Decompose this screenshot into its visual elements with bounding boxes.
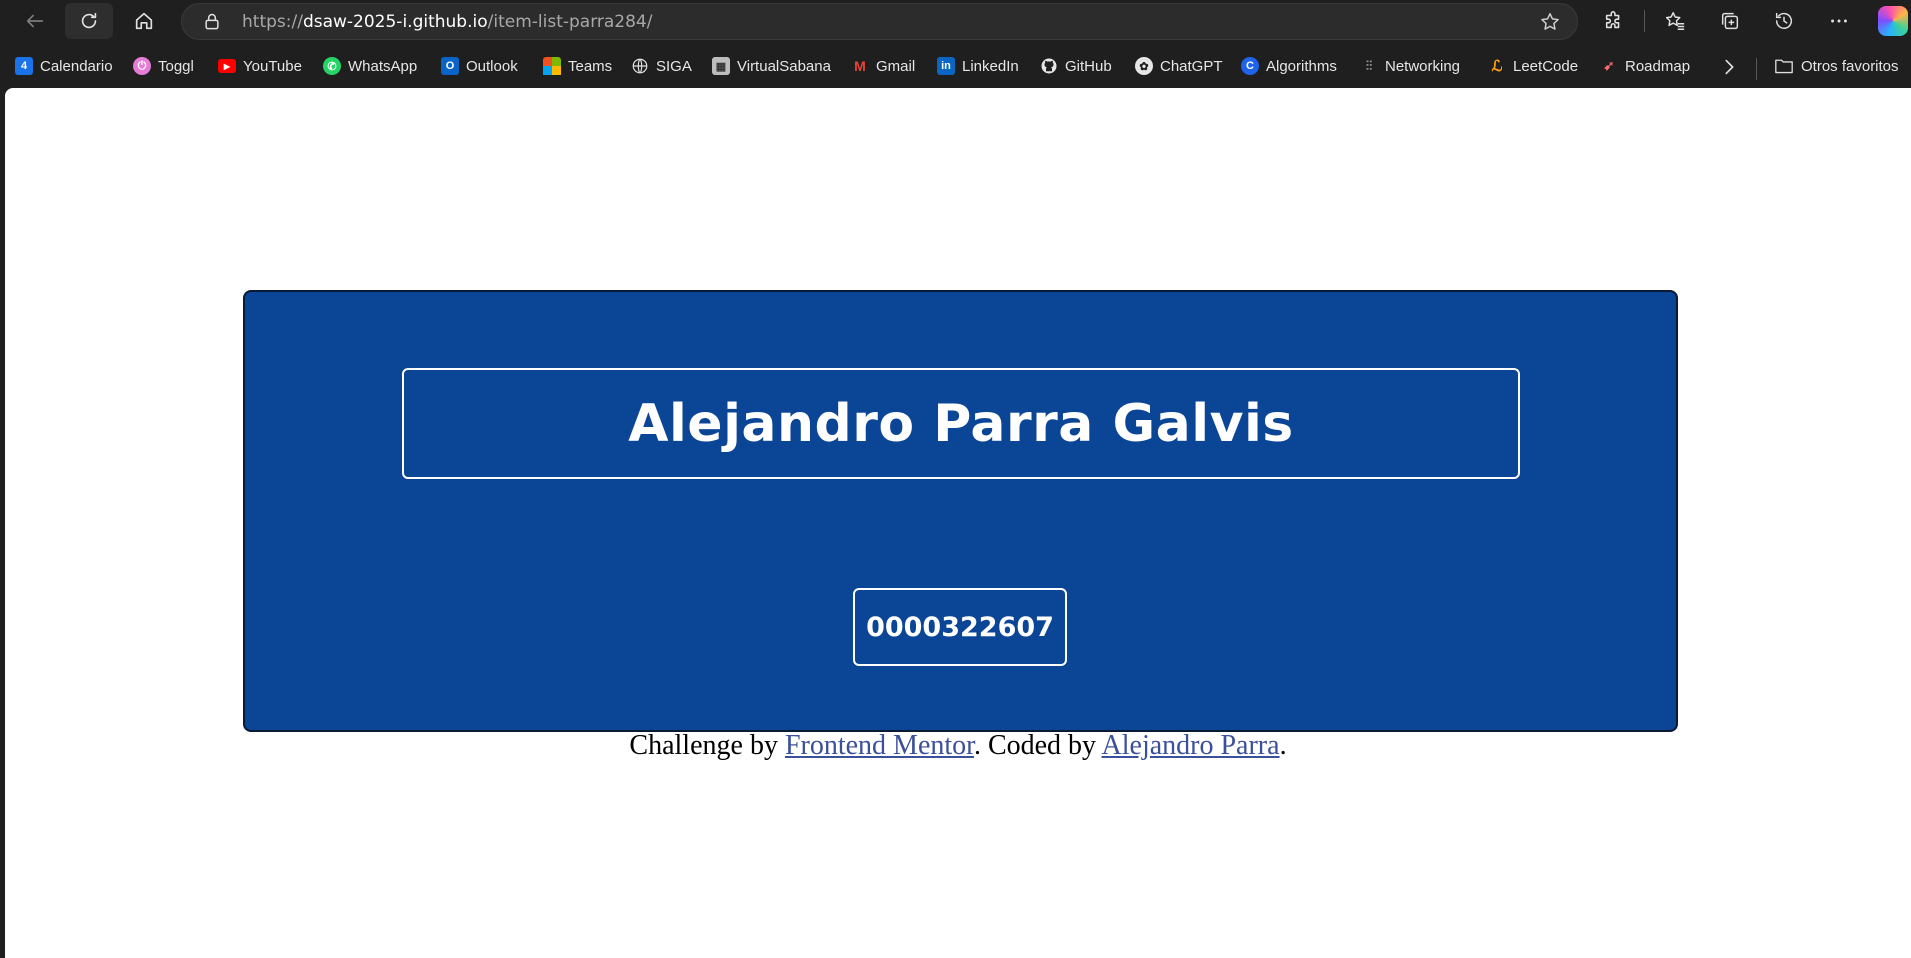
outlook-icon: O <box>441 57 459 75</box>
home-icon <box>135 12 153 30</box>
refresh-icon <box>81 12 97 29</box>
collections-icon <box>1721 12 1739 30</box>
attribution-suffix: . <box>1279 730 1287 761</box>
bookmark-label: Outlook <box>466 57 518 75</box>
history-icon <box>1775 12 1793 29</box>
bookmark-label: LeetCode <box>1513 57 1579 75</box>
history-button[interactable] <box>1771 8 1797 34</box>
microsoft-icon <box>543 57 561 75</box>
bookmark-label: YouTube <box>243 57 302 75</box>
bookmark-leetcode[interactable]: ℒ LeetCode <box>1488 54 1578 78</box>
settings-menu-button[interactable] <box>1826 8 1852 34</box>
globe-icon <box>632 58 648 74</box>
bookmark-siga[interactable]: SIGA <box>631 54 692 78</box>
bookmark-gmail[interactable]: M Gmail <box>851 54 915 78</box>
gmail-icon: M <box>854 58 866 74</box>
id-box: 0000322607 <box>853 588 1067 666</box>
whatsapp-icon: ✆ <box>323 57 341 75</box>
favorites-icon <box>1665 12 1685 30</box>
page-viewport: Alejandro Parra Galvis 0000322607 Challe… <box>5 88 1911 958</box>
lock-icon[interactable] <box>202 12 222 32</box>
bookmark-label: Networking <box>1385 57 1461 75</box>
more-horizontal-icon <box>1831 19 1847 23</box>
bookmarks-bar: 4 Calendario ⏻ Toggl ▶ YouTube ✆ WhatsApp OO… <box>0 48 1911 84</box>
bookmark-label: SIGA <box>656 57 692 75</box>
star-icon[interactable] <box>1539 11 1561 33</box>
copilot-icon[interactable] <box>1878 6 1908 36</box>
bookmark-whatsapp[interactable]: ✆ WhatsApp <box>323 54 417 78</box>
bookmark-github[interactable]: GitHub <box>1040 54 1112 78</box>
url-scheme: https:// <box>242 12 303 32</box>
puzzle-icon <box>1605 11 1620 29</box>
cisco-icon: ⫶⫶ <box>1365 58 1373 73</box>
bookmarks-divider <box>1756 58 1757 80</box>
bookmark-outlook[interactable]: O Outlook <box>441 54 518 78</box>
url-text[interactable]: https://dsaw-2025-i.github.io/item-list-… <box>242 12 652 32</box>
folder-icon <box>1775 59 1793 74</box>
rocket-icon: ➹ <box>1603 58 1615 73</box>
other-favorites-label: Otros favoritos <box>1801 57 1899 75</box>
leetcode-icon: ℒ <box>1491 58 1503 75</box>
bookmark-label: Calendario <box>40 57 113 75</box>
bookmark-virtualsabana[interactable]: ▦ VirtualSabana <box>712 54 831 78</box>
bookmark-label: WhatsApp <box>348 57 418 75</box>
profile-card: Alejandro Parra Galvis 0000322607 <box>243 290 1678 732</box>
bookmark-label: Algorithms <box>1266 57 1337 75</box>
collections-button[interactable] <box>1717 8 1743 34</box>
attribution: Challenge by Frontend Mentor. Coded by A… <box>5 730 1911 762</box>
bookmark-label: GitHub <box>1065 57 1112 75</box>
attribution-prefix: Challenge by <box>629 730 785 761</box>
attribution-middle: . Coded by <box>973 730 1102 761</box>
chatgpt-icon: ✿ <box>1135 57 1153 75</box>
extensions-button[interactable] <box>1601 8 1627 34</box>
student-name: Alejandro Parra Galvis <box>628 393 1294 454</box>
toolbar-divider <box>1644 10 1645 32</box>
bookmark-calendario[interactable]: 4 Calendario <box>15 54 113 78</box>
linkedin-icon: in <box>937 57 955 75</box>
bookmark-label: Toggl <box>158 57 194 75</box>
bookmark-label: ChatGPT <box>1160 57 1223 75</box>
bookmark-roadmap[interactable]: ➹ Roadmap <box>1600 54 1691 78</box>
algorithms-icon: C <box>1241 57 1259 75</box>
github-icon <box>1041 58 1057 74</box>
student-id: 0000322607 <box>866 611 1054 643</box>
address-bar[interactable]: https://dsaw-2025-i.github.io/item-list-… <box>181 3 1578 40</box>
browser-toolbar: https://dsaw-2025-i.github.io/item-list-… <box>0 0 1911 42</box>
youtube-icon: ▶ <box>218 59 236 73</box>
toggl-icon: ⏻ <box>133 57 151 75</box>
bookmark-label: Teams <box>568 57 613 75</box>
reload-button[interactable] <box>65 3 113 39</box>
virtualsabana-icon: ▦ <box>712 57 730 75</box>
bookmark-label: LinkedIn <box>962 57 1019 75</box>
bookmark-youtube[interactable]: ▶ YouTube <box>218 54 302 78</box>
favorites-button[interactable] <box>1662 8 1688 34</box>
home-button[interactable] <box>120 3 168 39</box>
calendar-icon: 4 <box>15 57 33 75</box>
url-path: /item-list-parra284/ <box>487 12 653 32</box>
bookmark-algorithms[interactable]: C Algorithms <box>1241 54 1337 78</box>
name-box: Alejandro Parra Galvis <box>402 368 1520 479</box>
bookmark-chatgpt[interactable]: ✿ ChatGPT <box>1135 54 1223 78</box>
author-link[interactable]: Alejandro Parra <box>1102 730 1280 761</box>
other-favorites-folder[interactable]: Otros favoritos <box>1774 54 1899 78</box>
bookmark-label: VirtualSabana <box>737 57 831 75</box>
chevron-right-icon[interactable] <box>1718 56 1740 78</box>
bookmark-label: Roadmap <box>1625 57 1691 75</box>
bookmark-linkedin[interactable]: in LinkedIn <box>937 54 1019 78</box>
bookmark-label: Gmail <box>876 57 916 75</box>
bookmark-networking[interactable]: ⫶⫶ Networking <box>1360 54 1460 78</box>
frontend-mentor-link[interactable]: Frontend Mentor <box>785 730 974 761</box>
bookmark-toggl[interactable]: ⏻ Toggl <box>133 54 194 78</box>
arrow-left-icon <box>26 14 44 28</box>
back-button[interactable] <box>11 3 59 39</box>
bookmark-teams[interactable]: Teams <box>543 54 612 78</box>
url-host: dsaw-2025-i.github.io <box>302 12 488 32</box>
